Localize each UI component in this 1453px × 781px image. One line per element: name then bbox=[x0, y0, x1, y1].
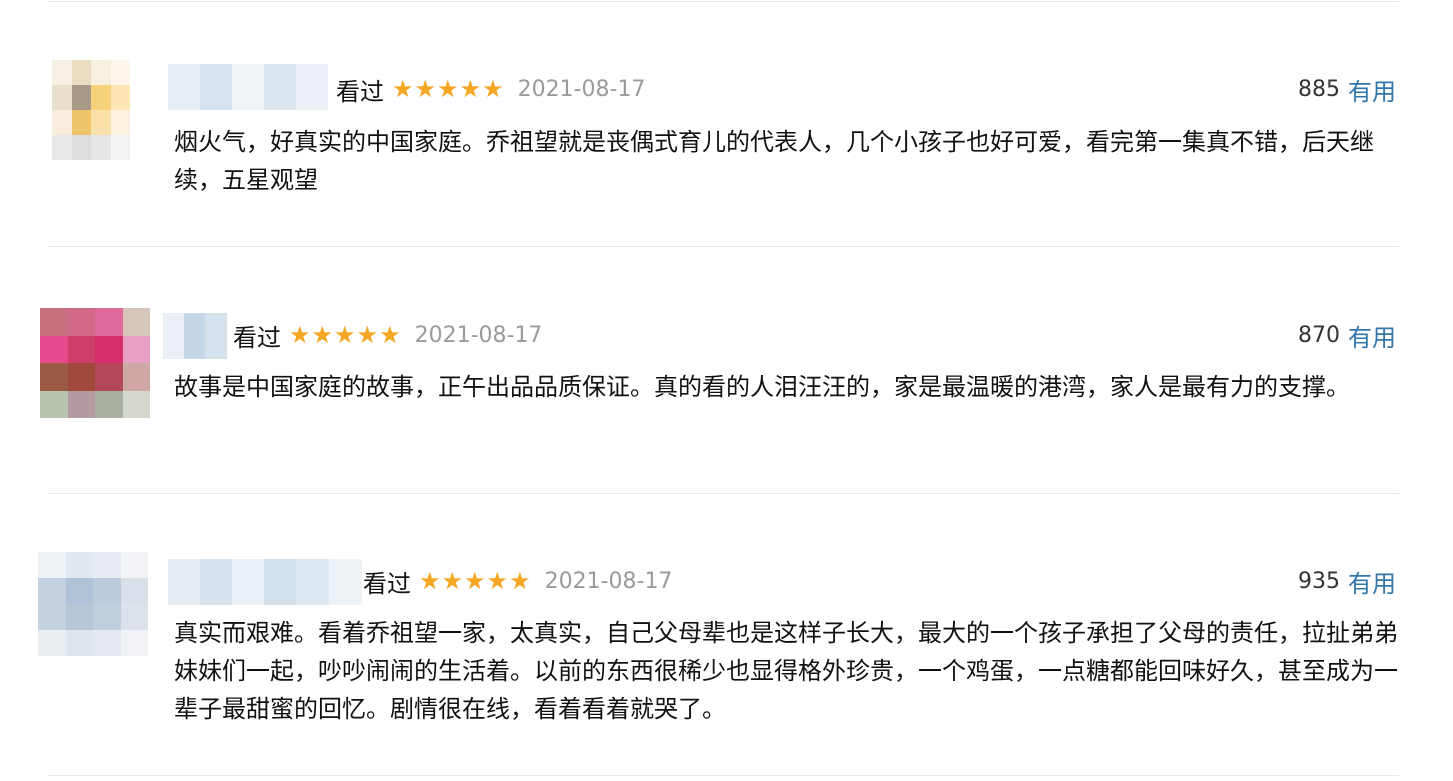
avatar[interactable] bbox=[38, 552, 148, 656]
review-date: 2021-08-17 bbox=[414, 322, 543, 348]
star-icon: ★ bbox=[509, 567, 531, 595]
vote-count: 870 bbox=[1298, 322, 1340, 348]
review-text: 真实而艰难。看着乔祖望一家，太真实，自己父母辈也是这样子长大，最大的一个孩子承担… bbox=[174, 619, 1398, 723]
star-icon: ★ bbox=[414, 75, 437, 103]
useful-button[interactable]: 有用 bbox=[1348, 72, 1396, 107]
review-divider bbox=[47, 775, 1399, 776]
vote-area: 870 有用 bbox=[1298, 315, 1396, 355]
star-icon: ★ bbox=[289, 321, 311, 349]
rating-stars: ★ ★ ★ ★ ★ bbox=[419, 569, 531, 593]
username-blurred[interactable] bbox=[163, 313, 227, 359]
review-meta: 看过 ★ ★ ★ ★ ★ 2021-08-17 bbox=[363, 561, 672, 601]
star-icon: ★ bbox=[356, 321, 379, 349]
review-text: 烟火气，好真实的中国家庭。乔祖望就是丧偶式育儿的代表人，几个小孩子也好可爱，看完… bbox=[174, 128, 1374, 194]
avatar[interactable] bbox=[40, 308, 150, 418]
star-icon: ★ bbox=[464, 567, 486, 595]
username-blurred[interactable] bbox=[168, 64, 328, 110]
vote-count: 935 bbox=[1298, 568, 1340, 594]
star-icon: ★ bbox=[437, 75, 459, 103]
star-icon: ★ bbox=[311, 321, 334, 349]
review-date: 2021-08-17 bbox=[544, 568, 673, 594]
star-icon: ★ bbox=[441, 567, 464, 595]
vote-area: 935 有用 bbox=[1298, 561, 1396, 601]
star-icon: ★ bbox=[379, 321, 401, 349]
useful-button[interactable]: 有用 bbox=[1348, 318, 1396, 353]
review-divider bbox=[47, 493, 1399, 494]
avatar[interactable] bbox=[52, 60, 130, 160]
username-blurred[interactable] bbox=[168, 559, 362, 605]
star-icon: ★ bbox=[459, 75, 482, 103]
review-meta: 看过 ★ ★ ★ ★ ★ 2021-08-17 bbox=[233, 315, 542, 355]
review-date: 2021-08-17 bbox=[517, 76, 646, 102]
star-icon: ★ bbox=[334, 321, 356, 349]
watched-label: 看过 bbox=[363, 569, 411, 598]
rating-stars: ★ ★ ★ ★ ★ bbox=[289, 323, 401, 347]
star-icon: ★ bbox=[482, 75, 504, 103]
vote-area: 885 有用 bbox=[1298, 69, 1396, 109]
watched-label: 看过 bbox=[233, 323, 281, 352]
vote-count: 885 bbox=[1298, 76, 1340, 102]
review-text: 故事是中国家庭的故事，正午出品品质保证。真的看的人泪汪汪的，家是最温暖的港湾，家… bbox=[174, 373, 1350, 401]
rating-stars: ★ ★ ★ ★ ★ bbox=[392, 77, 504, 101]
top-divider bbox=[47, 1, 1399, 2]
star-icon: ★ bbox=[392, 75, 414, 103]
review-divider bbox=[47, 246, 1399, 247]
watched-label: 看过 bbox=[336, 77, 384, 106]
review-meta: 看过 ★ ★ ★ ★ ★ 2021-08-17 bbox=[336, 69, 645, 109]
useful-button[interactable]: 有用 bbox=[1348, 564, 1396, 599]
star-icon: ★ bbox=[486, 567, 509, 595]
star-icon: ★ bbox=[419, 567, 441, 595]
